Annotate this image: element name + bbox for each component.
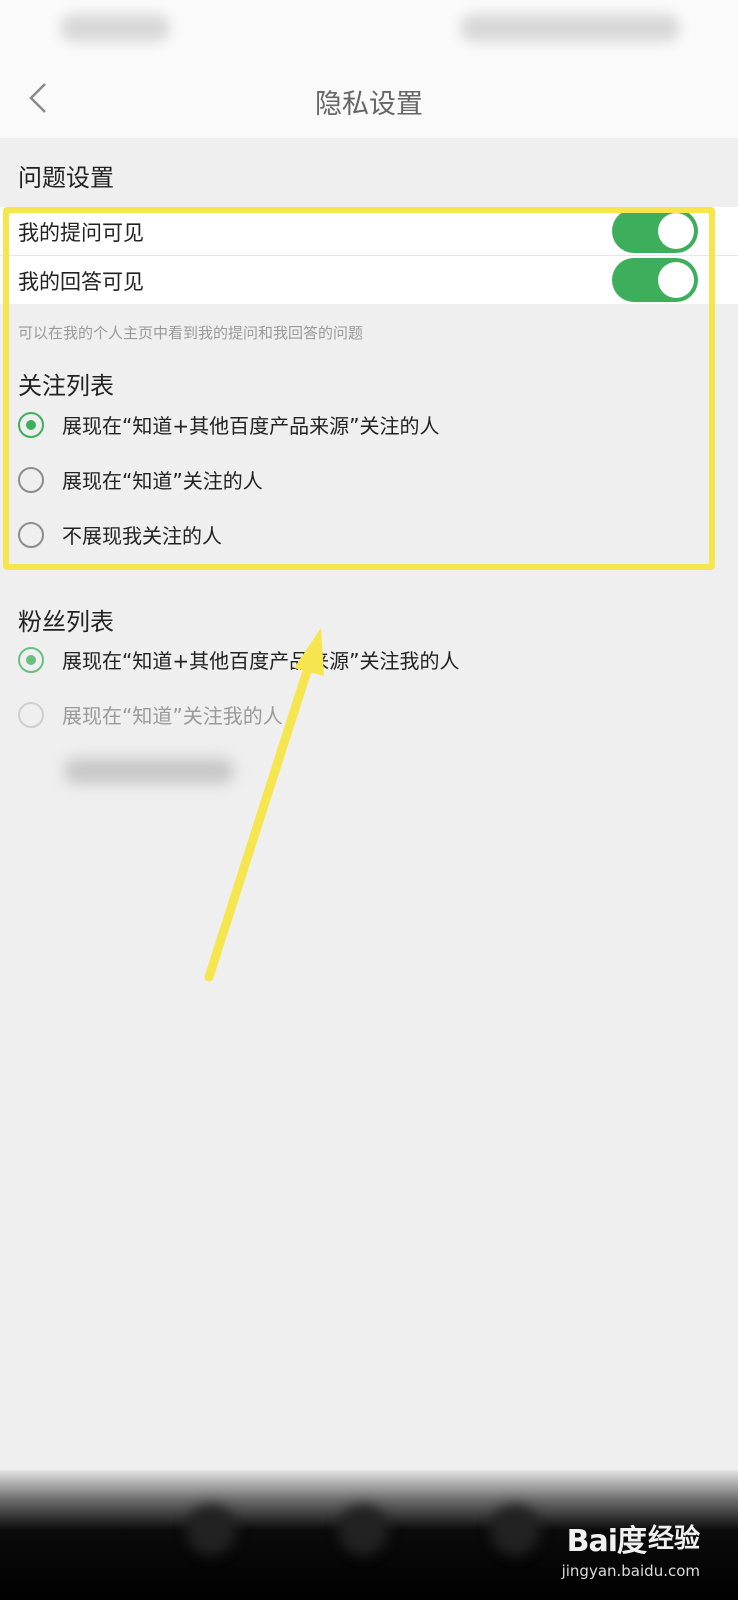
tab-icon-blur [338, 1505, 388, 1555]
annotation-arrow-icon [204, 628, 324, 982]
watermark-brand: 经验 [647, 1524, 700, 1554]
watermark-domain: jingyan.baidu.com [561, 1562, 700, 1580]
baidu-logo: Bai度 [566, 1524, 647, 1559]
tab-icon-blur [186, 1505, 236, 1555]
tab-icon-blur [490, 1505, 540, 1555]
